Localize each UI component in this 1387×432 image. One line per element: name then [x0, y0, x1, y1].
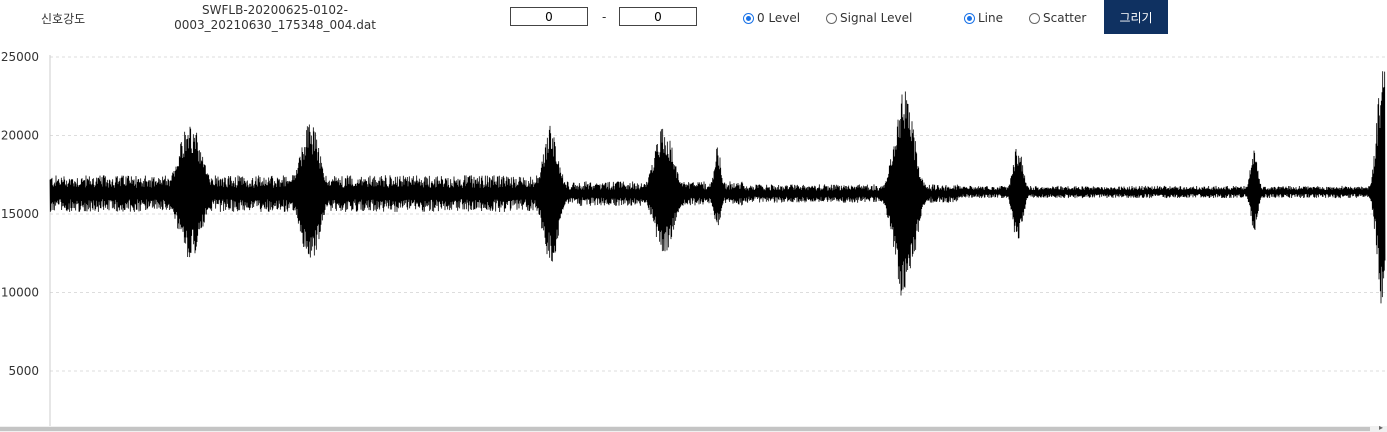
- radio-scatter-dot[interactable]: [1029, 12, 1040, 24]
- chart-title-label: 신호강도: [41, 12, 86, 26]
- signal-series-line: [49, 71, 1386, 304]
- y-tick-label: 20000: [1, 129, 39, 143]
- grid-layer: [50, 56, 1385, 372]
- radio-zero-level[interactable]: 0 Level: [743, 11, 800, 25]
- radio-line-label: Line: [978, 11, 1004, 25]
- radio-signal-level-dot[interactable]: [826, 12, 837, 24]
- filename-line-2: 0003_20210630_175348_004.dat: [174, 18, 376, 32]
- range-from-input[interactable]: [510, 7, 588, 26]
- radio-signal-level-label: Signal Level: [840, 11, 913, 25]
- scrollbar-thumb[interactable]: [0, 427, 1370, 431]
- radio-line-dot[interactable]: [964, 12, 975, 24]
- radio-signal-level[interactable]: Signal Level: [826, 11, 912, 25]
- radio-line[interactable]: Line: [964, 11, 1003, 25]
- signal-chart: 5000 10000 15000 20000 25000: [1, 50, 1386, 426]
- scroll-right-icon[interactable]: ▸: [1379, 424, 1383, 432]
- horizontal-scrollbar[interactable]: ▸: [0, 424, 1387, 432]
- y-tick-label: 25000: [1, 50, 39, 64]
- radio-zero-level-dot[interactable]: [743, 12, 754, 24]
- toolbar: 신호강도 SWFLB-20200625-0102- 0003_20210630_…: [0, 0, 1387, 40]
- y-tick-labels: 5000 10000 15000 20000 25000: [1, 50, 39, 378]
- range-to-input[interactable]: [619, 7, 697, 26]
- radio-scatter[interactable]: Scatter: [1029, 11, 1086, 25]
- y-tick-label: 5000: [8, 364, 39, 378]
- filename-line-1: SWFLB-20200625-0102-: [202, 3, 348, 17]
- range-separator: -: [602, 10, 607, 24]
- radio-scatter-label: Scatter: [1043, 11, 1087, 25]
- y-tick-label: 15000: [1, 207, 39, 221]
- filename-label: SWFLB-20200625-0102- 0003_20210630_17534…: [170, 3, 380, 33]
- radio-zero-level-label: 0 Level: [757, 11, 801, 25]
- series-layer: [49, 71, 1386, 304]
- y-tick-label: 10000: [1, 286, 39, 300]
- draw-button[interactable]: 그리기: [1104, 0, 1168, 34]
